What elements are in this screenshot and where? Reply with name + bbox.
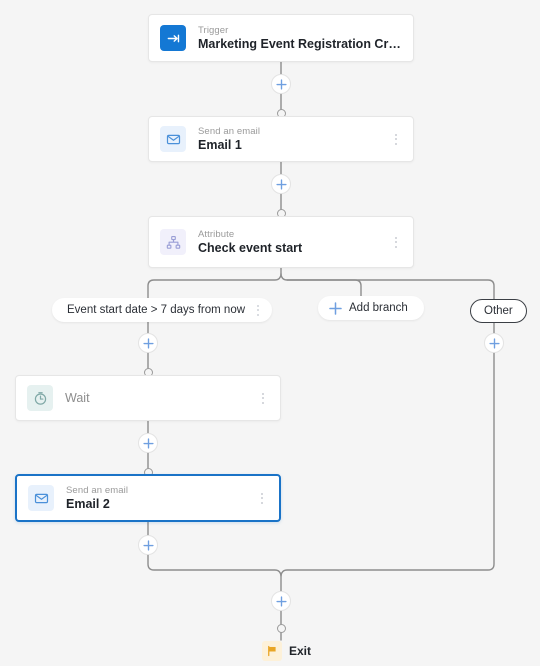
flag-icon <box>262 641 282 661</box>
node-email-2-kicker: Send an email <box>66 484 129 496</box>
add-step-button-branch-left[interactable] <box>138 333 158 353</box>
node-trigger-text: Trigger Marketing Event Registration Cre… <box>198 25 403 52</box>
branch-pill-condition[interactable]: Event start date > 7 days from now <box>52 298 273 322</box>
node-email-1-menu-icon[interactable] <box>389 129 403 149</box>
connector-port-exit-in <box>276 623 286 633</box>
add-step-button-branch-other[interactable] <box>484 333 504 353</box>
add-step-button-after-email-1[interactable] <box>271 174 291 194</box>
branch-other-label: Other <box>484 305 513 317</box>
node-email-2-text: Send an email Email 2 <box>66 485 255 512</box>
timer-icon <box>27 385 53 411</box>
journey-canvas[interactable]: Trigger Marketing Event Registration Cre… <box>0 0 540 666</box>
node-attribute-menu-icon[interactable] <box>389 232 403 252</box>
node-wait[interactable]: Wait <box>15 375 281 421</box>
envelope-icon <box>160 126 186 152</box>
hierarchy-icon <box>160 229 186 255</box>
node-email-2-menu-icon[interactable] <box>255 488 269 508</box>
branch-condition-label: Event start date > 7 days from now <box>67 304 246 316</box>
node-wait-menu-icon[interactable] <box>256 388 270 408</box>
node-attribute-title: Check event start <box>198 240 303 255</box>
node-email-1-title: Email 1 <box>198 137 242 152</box>
node-attribute-kicker: Attribute <box>198 228 235 240</box>
node-email-1-kicker: Send an email <box>198 125 261 137</box>
node-email-1-text: Send an email Email 1 <box>198 126 389 153</box>
node-wait-title: Wait <box>65 390 90 405</box>
node-attribute[interactable]: Attribute Check event start <box>148 216 414 268</box>
node-trigger-title: Marketing Event Registration Created <box>198 36 403 51</box>
add-branch-label: Add branch <box>349 302 408 314</box>
node-trigger[interactable]: Trigger Marketing Event Registration Cre… <box>148 14 414 62</box>
node-attribute-text: Attribute Check event start <box>198 229 389 256</box>
add-branch-button[interactable]: Add branch <box>318 296 424 320</box>
add-step-button-after-wait[interactable] <box>138 433 158 453</box>
node-exit-label: Exit <box>289 644 312 658</box>
branch-pill-other[interactable]: Other <box>470 299 527 323</box>
add-step-button-after-trigger[interactable] <box>271 74 291 94</box>
node-email-1[interactable]: Send an email Email 1 <box>148 116 414 162</box>
envelope-icon <box>28 485 54 511</box>
add-step-button-before-exit[interactable] <box>271 591 291 611</box>
node-wait-text: Wait <box>65 391 256 406</box>
node-trigger-kicker: Trigger <box>198 24 229 36</box>
node-exit[interactable]: Exit <box>262 641 311 661</box>
plus-icon <box>329 301 342 315</box>
add-step-button-after-email-2[interactable] <box>138 535 158 555</box>
node-email-2-title: Email 2 <box>66 496 110 511</box>
branch-condition-menu-icon[interactable] <box>251 300 265 320</box>
connector-edges <box>147 61 495 641</box>
node-email-2[interactable]: Send an email Email 2 <box>15 474 281 522</box>
trigger-arrow-icon <box>160 25 186 51</box>
